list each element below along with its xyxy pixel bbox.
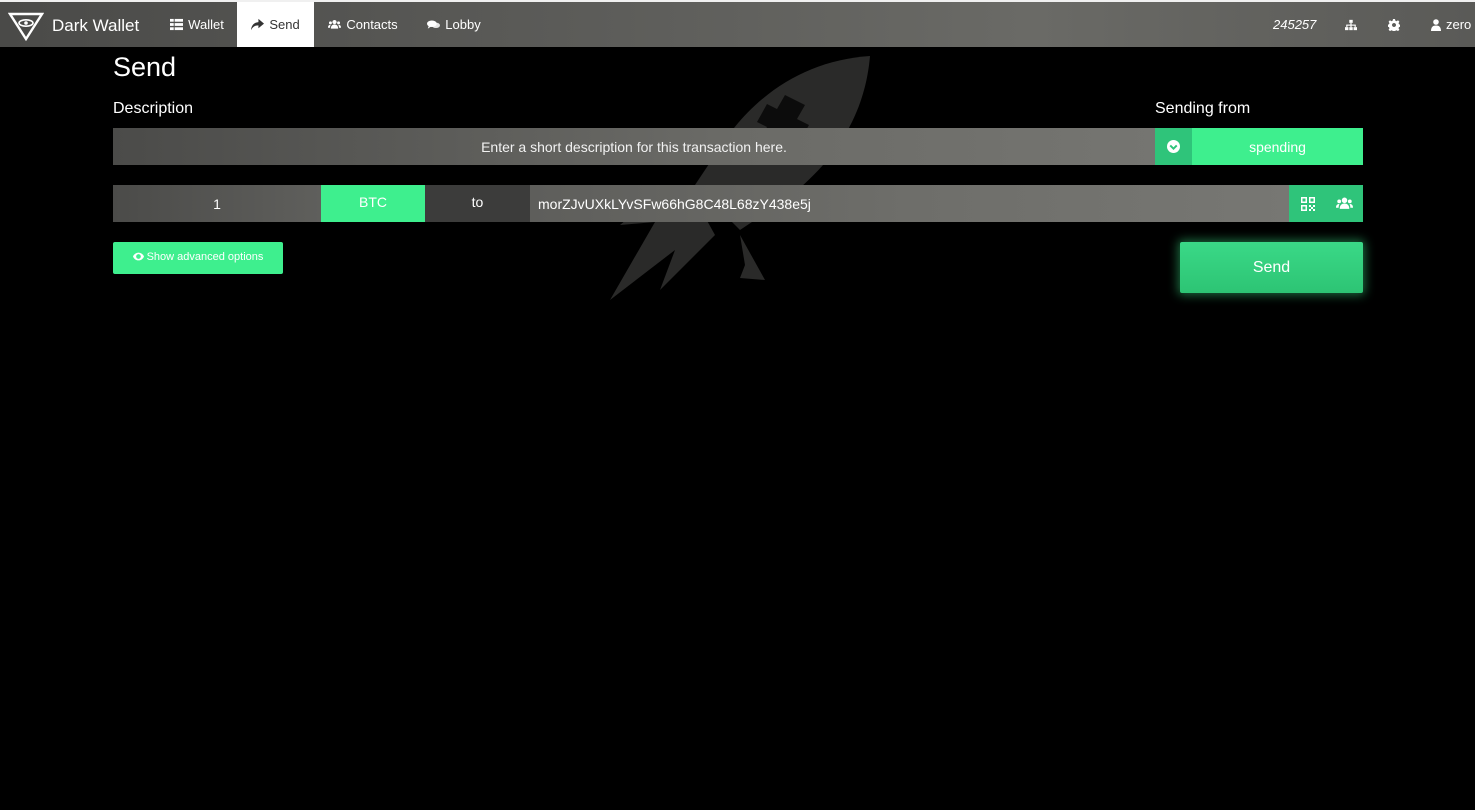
advanced-label: Show advanced options — [146, 250, 264, 263]
block-height: 245257 — [1273, 17, 1317, 32]
tab-lobby[interactable]: Lobby — [412, 2, 496, 47]
to-label: to — [425, 185, 530, 222]
amount-input[interactable]: 1 — [113, 185, 321, 222]
sitemap-icon — [1345, 19, 1357, 30]
comments-icon — [427, 20, 441, 29]
tab-contacts-label: Contacts — [346, 17, 398, 32]
pocket-select[interactable]: spending — [1192, 128, 1363, 165]
brand-link[interactable]: Dark Wallet — [8, 10, 139, 41]
tab-contacts[interactable]: Contacts — [314, 2, 412, 47]
qrcode-icon — [1300, 196, 1315, 211]
share-icon — [251, 18, 265, 31]
th-icon — [170, 18, 184, 31]
brand-name: Dark Wallet — [52, 15, 140, 35]
page-title: Send — [113, 52, 177, 82]
top-navbar: Dark Wallet Wallet Send Contacts Lobby 2… — [0, 0, 1475, 47]
sending-from-label: Sending from — [1155, 100, 1251, 117]
block-height-indicator[interactable]: 245257 — [1273, 2, 1316, 47]
description-input[interactable]: Enter a short description for this trans… — [113, 128, 1155, 165]
dark-wallet-logo-icon — [8, 12, 44, 41]
show-advanced-options-button[interactable]: Show advanced options — [113, 242, 283, 274]
description-placeholder: Enter a short description for this trans… — [481, 138, 787, 155]
users-icon — [328, 19, 342, 29]
address-input[interactable]: morZJvUXkLYvSFw66hG8C48L68zY438e5j — [530, 185, 1289, 222]
send-button[interactable]: Send — [1180, 242, 1363, 293]
description-label: Description — [113, 100, 194, 117]
gear-icon — [1388, 18, 1400, 31]
scan-qr-button[interactable] — [1289, 185, 1326, 222]
settings-button[interactable] — [1388, 2, 1404, 47]
chevron-circle-down-icon — [1167, 140, 1180, 153]
tab-send-label: Send — [269, 17, 300, 32]
tab-lobby-label: Lobby — [445, 17, 481, 32]
user-name: zero — [1446, 17, 1472, 32]
network-button[interactable] — [1345, 2, 1361, 47]
tab-send[interactable]: Send — [237, 2, 314, 47]
user-menu[interactable]: zero — [1430, 2, 1471, 47]
currency-label: BTC — [359, 193, 387, 210]
select-contact-button[interactable] — [1326, 185, 1363, 222]
to-text: to — [471, 194, 484, 210]
user-icon — [1431, 18, 1441, 31]
pocket-name: spending — [1249, 138, 1306, 155]
rocket-watermark-icon — [610, 56, 870, 300]
eye-icon — [132, 252, 144, 261]
pocket-dropdown-toggle[interactable] — [1155, 128, 1192, 165]
address-value: morZJvUXkLYvSFw66hG8C48L68zY438e5j — [538, 195, 811, 212]
users-icon — [1336, 197, 1353, 209]
send-button-label: Send — [1252, 258, 1291, 276]
tab-wallet-label: Wallet — [188, 17, 224, 32]
amount-value: 1 — [213, 195, 221, 212]
currency-button[interactable]: BTC — [321, 185, 425, 222]
tab-wallet[interactable]: Wallet — [157, 2, 237, 47]
